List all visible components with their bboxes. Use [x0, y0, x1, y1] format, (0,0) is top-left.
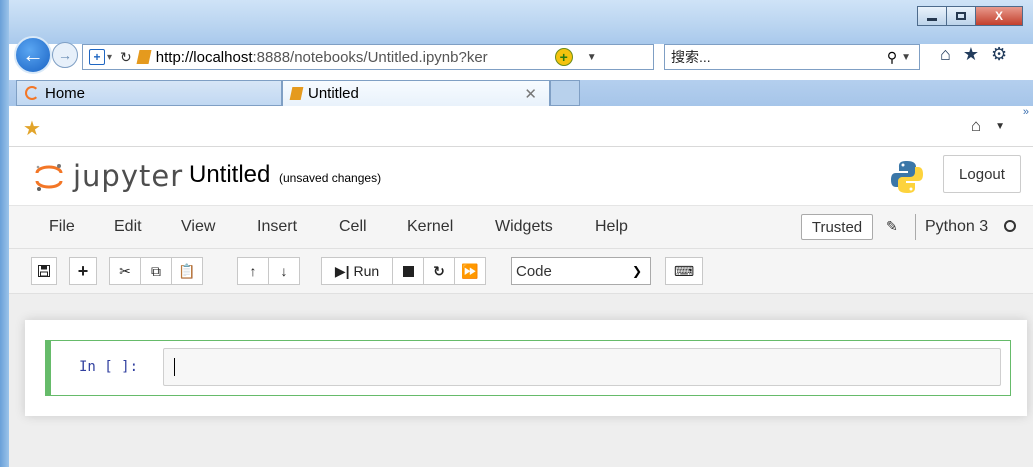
minimize-icon	[927, 17, 937, 21]
favorites-star-icon[interactable]: ★	[963, 44, 979, 65]
command-palette-button[interactable]: ⌨	[665, 257, 703, 285]
logout-button[interactable]: Logout	[943, 155, 1021, 193]
new-tab-button[interactable]	[550, 80, 580, 106]
trusted-button[interactable]: Trusted	[801, 214, 873, 240]
restart-button[interactable]: ↻	[423, 257, 455, 285]
page-icon	[289, 87, 304, 100]
step-forward-icon: ▶|	[334, 262, 350, 279]
search-input[interactable]: 搜索...	[671, 47, 887, 67]
menu-edit[interactable]: Edit	[114, 218, 142, 236]
menu-widgets[interactable]: Widgets	[495, 218, 553, 236]
browser-nav-icons: ⌂ ★ ⚙	[940, 44, 1007, 65]
menu-file[interactable]: File	[49, 218, 75, 236]
menu-help[interactable]: Help	[595, 218, 628, 236]
back-button[interactable]: ←	[14, 36, 52, 74]
move-down-button[interactable]: ↓	[268, 257, 300, 285]
home-dropdown-icon[interactable]: ▼	[995, 121, 1005, 132]
run-label: Run	[353, 263, 380, 279]
jupyter-logo-text[interactable]: jupyter	[73, 159, 183, 193]
jupyter-logo-icon[interactable]	[33, 161, 65, 193]
page-icon	[136, 50, 152, 64]
paste-icon: 📋	[178, 262, 196, 279]
tab-label: Home	[45, 84, 86, 102]
python-logo-icon	[891, 161, 923, 193]
fast-forward-icon: ⏩	[461, 262, 479, 279]
save-status: (unsaved changes)	[279, 171, 382, 185]
address-bar[interactable]: + ▾ ↻ http://localhost:8888/notebooks/Un…	[82, 44, 654, 70]
jupyter-tab-icon	[25, 86, 39, 100]
search-icon[interactable]: ⚲	[887, 49, 897, 66]
arrow-left-icon: ←	[22, 42, 44, 67]
menu-kernel[interactable]: Kernel	[407, 218, 453, 236]
search-box[interactable]: 搜索... ⚲ ▼	[664, 44, 920, 70]
notebook-area: In [ ]:	[9, 294, 1033, 467]
forward-button[interactable]: →	[52, 42, 78, 68]
arrow-up-icon: ↑	[249, 263, 257, 279]
code-cell[interactable]: In [ ]:	[45, 340, 1011, 396]
stop-icon	[402, 265, 414, 277]
compatibility-icon[interactable]: +	[554, 48, 573, 66]
minimize-button[interactable]	[917, 6, 947, 26]
keyboard-icon: ⌨	[673, 262, 695, 279]
search-dropdown-icon[interactable]: ▼	[901, 52, 911, 63]
kernel-name[interactable]: Python 3	[925, 218, 988, 236]
menu-insert[interactable]: Insert	[257, 218, 297, 236]
restart-run-all-button[interactable]: ⏩	[454, 257, 486, 285]
tab-home[interactable]: Home	[16, 80, 282, 106]
site-info-icon[interactable]: +	[89, 49, 105, 65]
cut-cell-button[interactable]: ✂	[109, 257, 141, 285]
menu-view[interactable]: View	[181, 218, 215, 236]
home-bar: ⌂ ▼	[971, 116, 1005, 136]
pencil-icon[interactable]: ✎	[886, 218, 898, 235]
input-prompt: In [ ]:	[79, 359, 139, 375]
arrow-down-icon: ↓	[280, 263, 288, 279]
restart-icon: ↻	[433, 262, 445, 279]
url-text[interactable]: http://localhost:8888/notebooks/Untitled…	[156, 49, 551, 66]
chevron-down-icon: ❯	[631, 264, 642, 278]
notebook-menubar: File Edit View Insert Cell Kernel Widget…	[9, 206, 1033, 249]
text-caret	[174, 358, 175, 376]
jupyter-header: jupyter Untitled (unsaved changes) Logou…	[9, 147, 1033, 206]
notebook-toolbar: + ✂ ⧉ 📋 ↑ ↓ ▶| Run ↻ ⏩ Code ❯ ⌨	[9, 249, 1033, 294]
copy-cell-button[interactable]: ⧉	[140, 257, 172, 285]
window-titlebar: X	[9, 0, 1033, 44]
menu-cell[interactable]: Cell	[339, 218, 367, 236]
copy-icon: ⧉	[151, 262, 161, 279]
interrupt-button[interactable]	[392, 257, 424, 285]
window-frame-left	[0, 0, 9, 467]
tab-untitled[interactable]: Untitled ✕	[282, 80, 550, 106]
cell-input[interactable]	[163, 348, 1001, 386]
tab-label: Untitled	[308, 85, 359, 102]
kernel-separator	[915, 214, 916, 240]
notebook-page: In [ ]:	[25, 320, 1027, 416]
refresh-icon[interactable]: ↻	[120, 49, 132, 66]
tab-strip: Home Untitled ✕	[9, 80, 1033, 106]
cell-type-value: Code	[516, 262, 552, 280]
close-tab-icon[interactable]: ✕	[524, 85, 537, 103]
notebook-name[interactable]: Untitled	[189, 161, 270, 189]
maximize-icon	[956, 12, 966, 20]
window-controls: X	[917, 6, 1023, 26]
home-page-icon[interactable]: ⌂	[971, 116, 981, 136]
site-dropdown-icon[interactable]: ▾	[107, 52, 112, 63]
save-button[interactable]	[31, 257, 57, 285]
arrow-right-icon: →	[58, 47, 72, 63]
browser-command-bar: ★ ⌂ ▼ »	[9, 106, 1033, 147]
kernel-idle-icon	[1004, 220, 1016, 232]
move-up-button[interactable]: ↑	[237, 257, 269, 285]
maximize-button[interactable]	[946, 6, 976, 26]
gear-icon[interactable]: ⚙	[991, 44, 1007, 65]
save-icon	[38, 265, 50, 277]
window-close-button[interactable]: X	[975, 6, 1023, 26]
plus-icon: +	[77, 260, 89, 281]
scissors-icon: ✂	[119, 262, 131, 279]
address-dropdown-icon[interactable]: ▼	[587, 52, 597, 63]
home-icon[interactable]: ⌂	[940, 44, 951, 65]
add-favorite-icon[interactable]: ★	[23, 116, 41, 141]
insert-cell-button[interactable]: +	[69, 257, 97, 285]
cell-type-select[interactable]: Code ❯	[511, 257, 651, 285]
paste-cell-button[interactable]: 📋	[171, 257, 203, 285]
run-button[interactable]: ▶| Run	[321, 257, 393, 285]
chevron-more-icon[interactable]: »	[1023, 106, 1029, 118]
